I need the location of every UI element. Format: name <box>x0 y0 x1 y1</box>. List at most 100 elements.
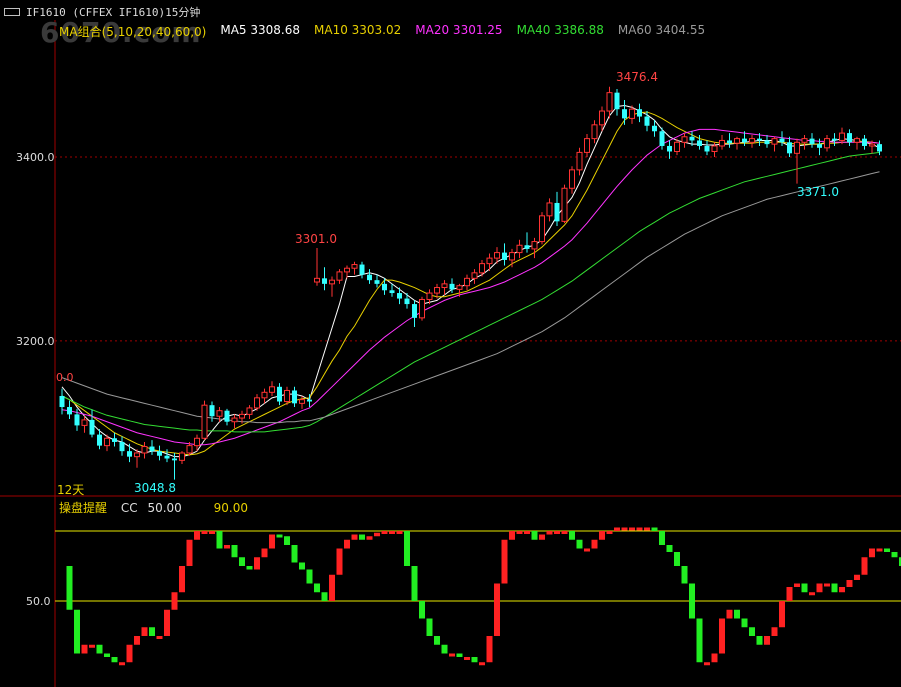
indicator-bar <box>426 618 433 636</box>
indicator-bar <box>74 609 80 654</box>
indicator-bar <box>119 662 125 666</box>
candle-body <box>584 138 590 153</box>
indicator-bar <box>179 566 185 593</box>
indicator-bar <box>876 548 883 552</box>
indicator-bar <box>449 653 455 657</box>
indicator-bar <box>524 531 530 534</box>
indicator-bar <box>141 627 148 636</box>
indicator-bar <box>104 653 110 657</box>
indicator-bar <box>831 583 838 593</box>
candle-body <box>801 138 808 143</box>
price-tick-3200: 3200.0 <box>16 335 55 348</box>
gap-high-label: 3301.0 <box>295 232 337 246</box>
candle-body <box>809 138 815 145</box>
candle-body <box>614 92 620 110</box>
indicator-bar <box>336 548 343 575</box>
ma-legend-item: MA20 3301.25 <box>415 23 503 37</box>
candle-body <box>434 287 440 294</box>
indicator-bar <box>479 662 485 666</box>
indicator-bar <box>786 587 793 601</box>
indicator-bar <box>509 531 515 540</box>
candle-body <box>367 274 372 281</box>
candle-body <box>727 140 732 144</box>
candle-body <box>179 452 185 461</box>
candle-body <box>644 116 650 126</box>
candle-body <box>486 257 493 265</box>
candle-body <box>832 138 837 141</box>
candle-body <box>382 283 387 291</box>
indicator-bar <box>539 534 545 540</box>
candle-body <box>59 395 65 408</box>
candle-body <box>231 417 238 423</box>
candle-body <box>771 138 778 145</box>
indicator-cc-value: 50.00 <box>147 501 182 515</box>
indicator-bar <box>704 662 710 666</box>
candle-body <box>141 446 148 454</box>
indicator-bar <box>254 557 260 570</box>
indicator-bar <box>216 531 223 549</box>
candle-body <box>246 407 253 415</box>
indicator-bar <box>584 548 590 552</box>
candle-body <box>794 141 800 154</box>
indicator-bar <box>314 583 320 593</box>
indicator-bar <box>666 545 673 552</box>
candle-body <box>374 280 380 284</box>
indicator-bar <box>861 557 868 575</box>
indicator-bar <box>149 627 155 636</box>
candle-body <box>599 110 605 126</box>
indicator-bar <box>276 534 283 538</box>
indicator-bar <box>651 527 658 531</box>
indicator-bar <box>501 539 508 584</box>
candle-body <box>359 264 365 275</box>
indicator-bar <box>239 557 245 566</box>
candle-body <box>561 187 568 222</box>
candle-body <box>239 413 245 419</box>
candle-body <box>224 410 230 422</box>
ma-legend-item: MA组合(5,10,20,40,60,0) <box>59 25 207 39</box>
indicator-bar <box>374 532 380 537</box>
candle-body <box>97 434 102 446</box>
candle-body <box>539 215 545 243</box>
kline-chart[interactable] <box>0 0 901 687</box>
candle-body <box>681 136 688 143</box>
candle-body <box>839 132 845 141</box>
candle-body <box>89 419 95 435</box>
candle-body <box>502 252 507 260</box>
candle-body <box>351 264 358 269</box>
indicator-bar <box>891 552 898 558</box>
left-cut-label: 0.0 <box>56 371 74 384</box>
candle-body <box>471 272 478 279</box>
indicator-bar <box>246 566 253 570</box>
indicator-bar <box>554 531 560 534</box>
indicator-bar <box>389 531 395 534</box>
candle-body <box>757 138 762 141</box>
candle-body <box>112 438 117 442</box>
indicator-bar <box>726 609 733 619</box>
collapse-icon[interactable] <box>4 8 20 16</box>
indicator-bar <box>801 583 808 593</box>
indicator-bar <box>419 601 425 619</box>
chart-background <box>0 0 901 687</box>
candle-body <box>509 252 515 261</box>
candle-body <box>172 458 177 461</box>
ma-legend-item: MA60 3404.55 <box>617 23 706 37</box>
candle-body <box>449 283 455 290</box>
indicator-bar <box>351 534 358 540</box>
indicator-bar <box>291 545 298 563</box>
indicator-bar <box>284 536 290 545</box>
indicator-bar <box>209 531 215 534</box>
candle-body <box>464 277 470 287</box>
candle-body <box>336 271 343 281</box>
indicator-bar <box>404 531 410 566</box>
indicator-bar <box>674 552 680 566</box>
indicator-bar <box>231 545 238 558</box>
candle-body <box>81 419 88 426</box>
indicator-bar <box>201 531 208 534</box>
candle-body <box>277 386 282 402</box>
candle-body <box>764 140 770 145</box>
indicator-legend: 操盘提醒 CC 50.00 90.00 <box>59 499 248 516</box>
indicator-line2-value: 90.00 <box>213 501 248 515</box>
indicator-bar <box>81 644 88 654</box>
candle-body <box>659 131 665 146</box>
indicator-bar <box>794 583 800 587</box>
